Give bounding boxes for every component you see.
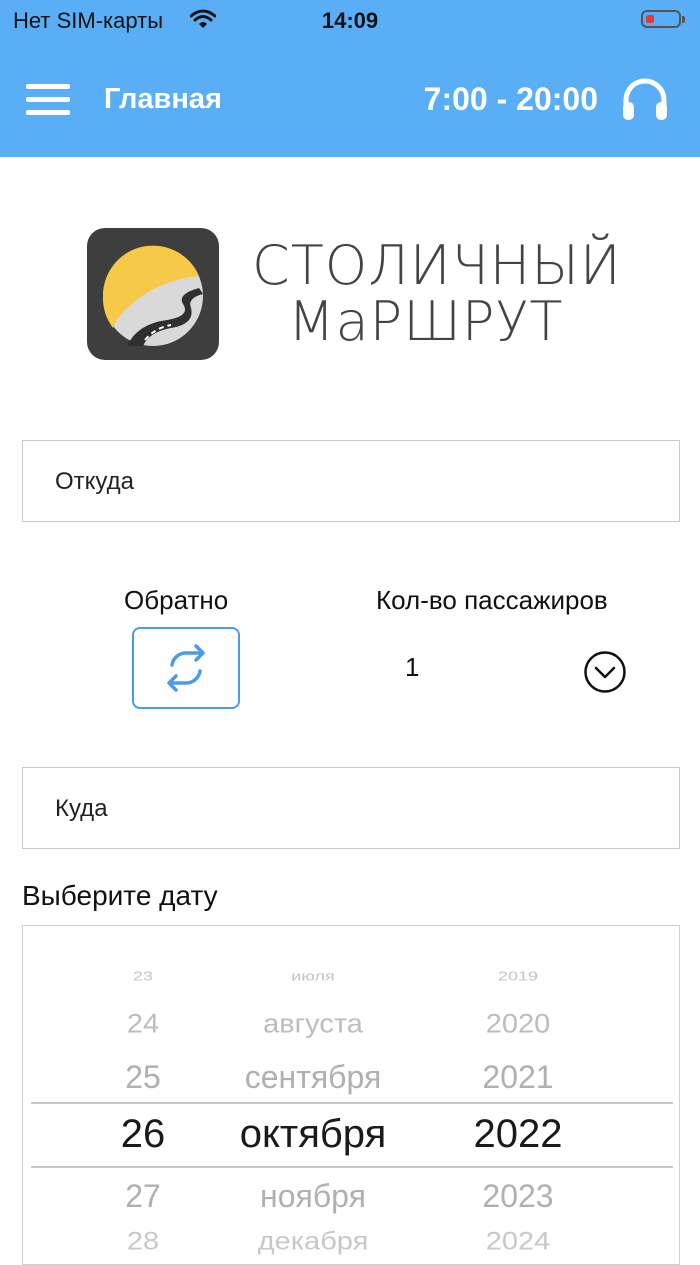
picker-month[interactable]: сентября	[203, 1059, 423, 1096]
road-logo-icon	[102, 245, 203, 346]
month-wheel[interactable]: июля августа сентября октября ноября дек…	[203, 926, 423, 1264]
picker-month[interactable]: декабря	[203, 1228, 423, 1256]
from-field[interactable]	[22, 440, 680, 523]
from-input[interactable]	[53, 441, 657, 523]
picker-year[interactable]: 2020	[453, 1009, 583, 1039]
picker-day[interactable]: 25	[83, 1059, 203, 1096]
picker-month-selected[interactable]: октября	[203, 1112, 423, 1157]
picker-day-selected[interactable]: 26	[83, 1112, 203, 1157]
page-title: Главная	[104, 83, 222, 115]
passengers-label: Кол-во пассажиров	[376, 585, 608, 615]
to-input[interactable]	[53, 768, 657, 850]
year-wheel[interactable]: 2019 2020 2021 2022 2023 2024	[453, 926, 583, 1264]
hamburger-menu-icon[interactable]	[26, 82, 70, 118]
date-label: Выберите дату	[22, 880, 218, 911]
app-logo	[87, 228, 219, 360]
navigation-bar: Главная 7:00 - 20:00	[0, 60, 700, 140]
day-wheel[interactable]: 23 24 25 26 27 28	[83, 926, 203, 1264]
picker-year[interactable]: 2021	[453, 1059, 583, 1096]
picker-month[interactable]: августа	[203, 1009, 423, 1039]
picker-day[interactable]: 28	[83, 1228, 203, 1256]
app-header: Нет SIM-карты 14:09 Главная 7:00 - 20:00	[0, 0, 700, 157]
working-hours: 7:00 - 20:00	[423, 81, 598, 117]
picker-day[interactable]: 23	[83, 969, 203, 984]
picker-month[interactable]: ноября	[203, 1178, 423, 1215]
date-picker[interactable]: 23 24 25 26 27 28 июля августа сентября …	[22, 925, 680, 1265]
picker-year[interactable]: 2024	[453, 1228, 583, 1256]
picker-year-selected[interactable]: 2022	[453, 1112, 583, 1157]
return-trip-button[interactable]	[132, 627, 240, 709]
status-bar: Нет SIM-карты 14:09	[0, 0, 700, 40]
headset-icon[interactable]	[620, 76, 670, 124]
picker-day[interactable]: 24	[83, 1009, 203, 1039]
passengers-count: 1	[405, 652, 420, 682]
picker-day[interactable]: 27	[83, 1178, 203, 1215]
picker-year[interactable]: 2019	[453, 969, 583, 984]
swap-arrows-icon	[167, 644, 205, 692]
picker-month[interactable]: июля	[203, 969, 423, 984]
brand-line-1: СТОЛИЧНЫЙ	[252, 234, 622, 297]
to-field[interactable]	[22, 767, 680, 850]
brand-line-2: МаРШРУТ	[288, 290, 564, 353]
status-time: 14:09	[321, 8, 379, 33]
chevron-down-circle-icon[interactable]	[583, 650, 627, 694]
picker-year[interactable]: 2023	[453, 1178, 583, 1215]
battery-low-icon	[641, 10, 685, 28]
return-label: Обратно	[124, 585, 229, 615]
